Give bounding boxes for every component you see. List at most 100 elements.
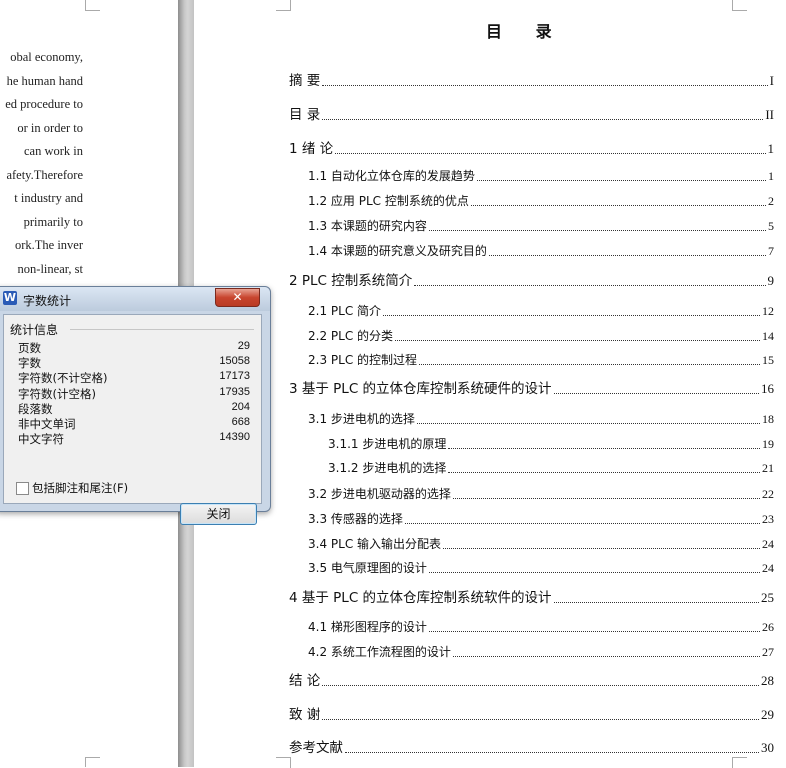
toc-entry-label: 3.1 步进电机的选择 (308, 412, 415, 426)
toc-entry[interactable]: 2 PLC 控制系统简介 9 (289, 271, 774, 289)
left-page-line: can work in (23, 144, 83, 158)
toc-entry-page-number: 14 (762, 329, 774, 343)
toc-entry[interactable]: 2.1 PLC 简介 12 (308, 301, 774, 319)
page-corner-mark (732, 0, 747, 11)
toc-entry[interactable]: 目 录 II (289, 105, 774, 123)
toc-entry-label: 3.1.1 步进电机的原理 (328, 437, 447, 451)
stat-row: 页数 29 (18, 340, 250, 355)
toc-entry-page-number: 1 (767, 141, 775, 156)
toc-dot-leader (476, 180, 766, 181)
close-icon[interactable]: ✕ (215, 288, 260, 307)
toc-entry-label: 1.3 本课题的研究内容 (308, 219, 427, 233)
left-page-line: ork.The inver (14, 238, 83, 252)
toc-entry[interactable]: 3.1 步进电机的选择 18 (308, 409, 774, 427)
toc-dot-leader (395, 340, 760, 341)
toc-entry-page-number: II (765, 107, 774, 122)
toc-entry[interactable]: 致 谢 29 (289, 705, 774, 723)
toc-entry[interactable]: 1.2 应用 PLC 控制系统的优点 2 (308, 191, 774, 209)
left-page-line: obal economy, (10, 50, 83, 64)
stat-label: 字符数(计空格) (18, 386, 96, 401)
toc-entry[interactable]: 3.2 步进电机驱动器的选择 22 (308, 484, 774, 502)
toc-entry[interactable]: 3.3 传感器的选择 23 (308, 509, 774, 527)
toc-entry-page-number: 24 (762, 561, 774, 575)
toc-entry[interactable]: 4.1 梯形图程序的设计 26 (308, 617, 774, 635)
toc-entry-label: 2.1 PLC 简介 (308, 304, 382, 318)
toc-entry[interactable]: 4 基于 PLC 的立体仓库控制系统软件的设计 25 (289, 588, 774, 606)
toc-entry-page-number: 28 (761, 673, 774, 688)
stat-label: 中文字符 (18, 432, 64, 447)
left-page-line: he human hand (6, 73, 83, 88)
dialog-titlebar[interactable]: W 字数统计 ✕ (0, 287, 270, 311)
toc-dot-leader (428, 572, 760, 573)
left-page-line: primarily to (23, 214, 83, 229)
left-page-line: or in order to (17, 120, 83, 135)
toc-entry[interactable]: 1.4 本课题的研究意义及研究目的 7 (308, 241, 774, 259)
toc-entry-label: 1.1 自动化立体仓库的发展趋势 (308, 169, 475, 183)
toc-entry-page-number: 27 (762, 645, 774, 659)
toc-dot-leader (470, 205, 766, 206)
toc-entry[interactable]: 3.5 电气原理图的设计 24 (308, 558, 774, 576)
toc-dot-leader (488, 255, 766, 256)
stat-value: 15058 (219, 355, 250, 368)
toc-entry[interactable]: 1.3 本课题的研究内容 5 (308, 216, 774, 234)
toc-entry[interactable]: 摘 要I (289, 71, 774, 89)
toc-dot-leader (383, 315, 760, 316)
toc-entry-page-number: 23 (762, 512, 774, 526)
toc-entry-label: 参考文献 (289, 740, 343, 756)
close-button[interactable]: 关闭 (180, 503, 257, 525)
stat-value: 14390 (219, 431, 250, 444)
toc-entry[interactable]: 4.2 系统工作流程图的设计 27 (308, 642, 774, 660)
stat-value: 668 (231, 416, 250, 428)
toc-entry[interactable]: 2.2 PLC 的分类 14 (308, 326, 774, 344)
page-corner-mark (732, 757, 747, 768)
group-divider (70, 329, 254, 330)
page-corner-mark (276, 0, 291, 11)
toc-entry-label: 3.4 PLC 输入输出分配表 (308, 537, 442, 551)
toc-entry[interactable]: 1.1 自动化立体仓库的发展趋势 1 (308, 166, 774, 184)
toc-entry-page-number: 5 (768, 219, 774, 233)
toc-dot-leader (443, 548, 760, 549)
toc-entry-page-number: 16 (761, 381, 774, 396)
toc-entry[interactable]: 3 基于 PLC 的立体仓库控制系统硬件的设计 16 (289, 379, 774, 397)
toc-entry-label: 3.2 步进电机驱动器的选择 (308, 487, 451, 501)
stat-row: 中文字符 14390 (18, 431, 250, 446)
stat-row: 字符数(计空格) 17935 (18, 386, 250, 401)
include-footnotes-checkbox[interactable] (16, 482, 29, 495)
toc-dot-leader (414, 285, 766, 286)
toc-entry-page-number: 30 (761, 740, 774, 755)
toc-entry-page-number: 15 (762, 353, 774, 367)
toc-entry[interactable]: 1 绪 论 1 (289, 139, 774, 157)
toc-entry-label: 4.1 梯形图程序的设计 (308, 620, 427, 634)
toc-entry-label: 1 绪 论 (289, 141, 334, 157)
toc-dot-leader (452, 498, 760, 499)
toc-entry[interactable]: 2.3 PLC 的控制过程 15 (308, 350, 774, 368)
toc-dot-leader (553, 602, 759, 603)
toc-entry-page-number: 2 (768, 194, 774, 208)
stat-label: 字符数(不计空格) (18, 371, 108, 386)
toc-entry-label: 2.2 PLC 的分类 (308, 329, 394, 343)
stats-group-label: 统计信息 (10, 321, 62, 338)
stat-label: 页数 (18, 341, 41, 355)
stat-label: 非中文单词 (18, 417, 76, 431)
toc-entry-page-number: 29 (761, 707, 774, 722)
page-corner-mark (276, 757, 291, 768)
toc-entry-page-number: 21 (762, 461, 774, 475)
toc-dot-leader (428, 631, 760, 632)
include-footnotes-label[interactable]: 包括脚注和尾注(F) (32, 480, 128, 496)
stat-value: 17173 (219, 370, 250, 383)
toc-entry-label: 2 PLC 控制系统简介 (289, 273, 413, 289)
toc-entry[interactable]: 3.1.2 步进电机的选择 21 (328, 458, 774, 476)
toc-entry-page-number: 1 (768, 169, 774, 183)
toc-entry[interactable]: 3.1.1 步进电机的原理 19 (328, 434, 774, 452)
word-count-dialog: W 字数统计 ✕ 统计信息 页数 29 字数 15058 字符数(不计空格) 17173 字… (0, 286, 271, 525)
stat-row: 非中文单词 668 (18, 416, 250, 431)
toc-dot-leader (553, 393, 759, 394)
toc-entry-page-number: 24 (762, 537, 774, 551)
toc-entry[interactable]: 3.4 PLC 输入输出分配表 24 (308, 534, 774, 552)
stat-label: 字数 (18, 356, 41, 371)
toc-dot-leader (322, 119, 764, 120)
toc-entry[interactable]: 结 论 28 (289, 671, 774, 689)
toc-entry-label: 摘 要 (289, 73, 321, 89)
page-corner-mark (85, 757, 100, 767)
toc-entry[interactable]: 参考文献 30 (289, 738, 774, 756)
